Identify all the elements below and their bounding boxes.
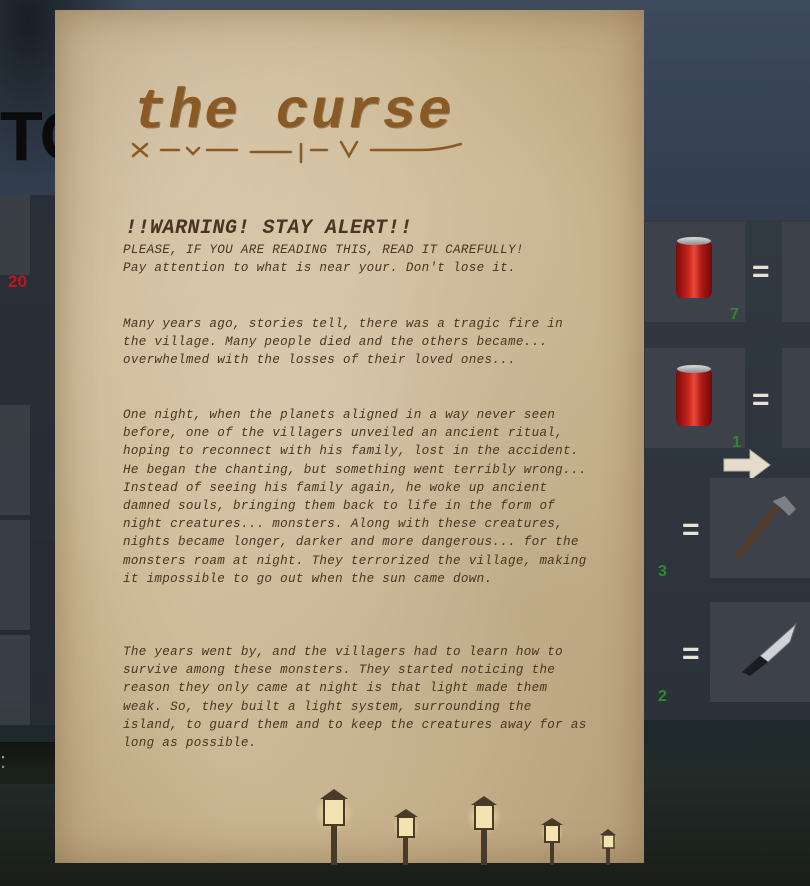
- note-title: the curse: [133, 80, 454, 144]
- recipe-result-slot[interactable]: [782, 348, 810, 448]
- story-paragraph: One night, when the planets aligned in a…: [123, 408, 587, 586]
- warning-line: PLEASE, IF YOU ARE READING THIS, READ IT…: [123, 243, 524, 257]
- left-slot: [0, 520, 30, 630]
- soda-can-icon: [676, 237, 712, 298]
- recipe-result-slot[interactable]: [782, 222, 810, 322]
- item-count: 7: [730, 306, 739, 323]
- item-count: 2: [658, 688, 667, 705]
- left-slot: [0, 405, 30, 515]
- soda-can-icon: [676, 365, 712, 426]
- left-slot: [0, 195, 30, 275]
- story-paragraph: Many years ago, stories tell, there was …: [123, 317, 564, 368]
- left-counter: 20: [8, 272, 27, 291]
- equals-sign: =: [752, 255, 770, 288]
- warning-title: !!WARNING! STAY ALERT!!: [125, 217, 413, 240]
- equals-sign: =: [682, 513, 700, 546]
- equals-sign: =: [682, 637, 700, 670]
- curse-note[interactable]: the curse !!WARNING! STAY ALERT!! PLEASE…: [55, 10, 644, 865]
- axe-icon: [736, 494, 799, 558]
- title-scribble: [131, 140, 463, 164]
- story-paragraph: The years went by, and the villagers had…: [123, 645, 587, 751]
- knife-icon: [742, 622, 798, 676]
- item-count: 3: [658, 563, 667, 580]
- warning-line: Pay attention to what is near your. Don'…: [123, 261, 516, 275]
- equals-sign: =: [752, 383, 770, 416]
- street-lamps-illustration: [314, 789, 617, 865]
